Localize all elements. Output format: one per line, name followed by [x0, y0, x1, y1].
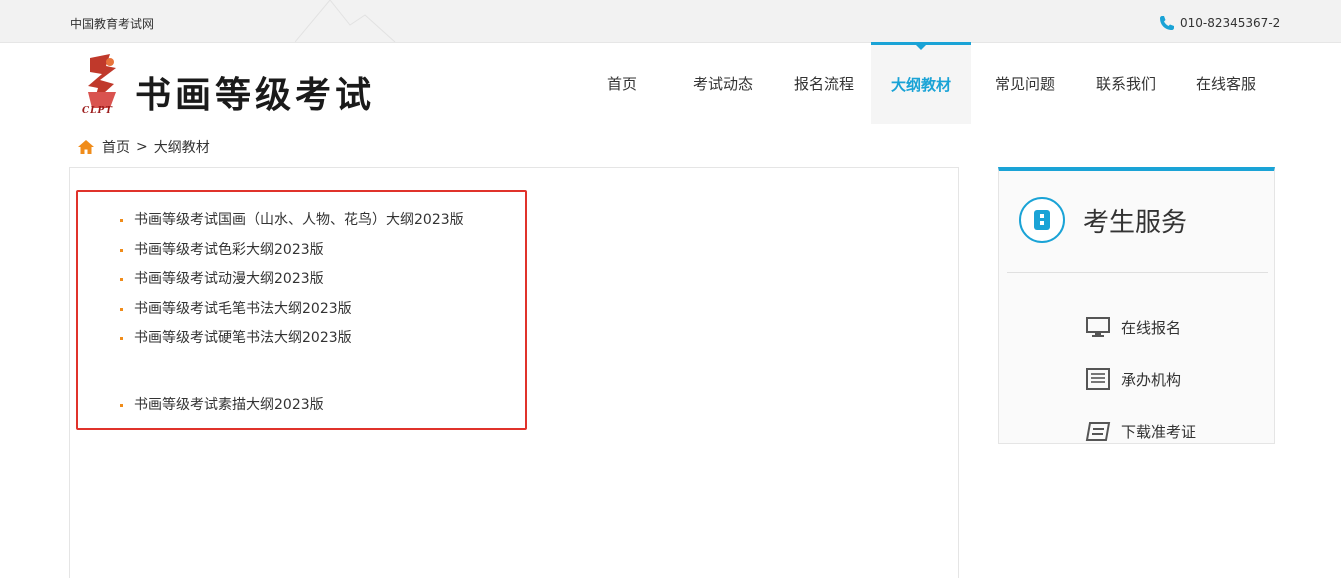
- nav-item-news[interactable]: 考试动态: [683, 42, 763, 124]
- outline-link-text: 书画等级考试动漫大纲2023版: [134, 271, 324, 287]
- service-label: 承办机构: [1121, 370, 1182, 389]
- outline-link-text: 书画等级考试硬笔书法大纲2023版: [134, 330, 352, 346]
- outline-link[interactable]: 书画等级考试毛笔书法大纲2023版: [120, 295, 464, 325]
- breadcrumb-current: 大纲教材: [153, 140, 210, 156]
- bullet-icon: [120, 307, 123, 311]
- service-online-registration[interactable]: 在线报名: [1085, 301, 1196, 353]
- nav-item-registration[interactable]: 报名流程: [784, 42, 864, 124]
- nav-item-home[interactable]: 首页: [592, 42, 652, 124]
- top-bar: 中国教育考试网 010-82345367-2: [0, 0, 1341, 43]
- outline-link[interactable]: 书画等级考试动漫大纲2023版: [120, 265, 464, 295]
- breadcrumb: 首页 > 大纲教材: [78, 137, 210, 157]
- breadcrumb-separator: >: [136, 139, 148, 155]
- service-download-ticket[interactable]: 下载准考证: [1085, 405, 1196, 457]
- service-organizers[interactable]: 承办机构: [1085, 353, 1196, 405]
- site-link[interactable]: 中国教育考试网: [70, 15, 154, 32]
- home-icon: [78, 140, 94, 154]
- phone-number: 010-82345367-2: [1158, 14, 1280, 32]
- outline-link-text: 书画等级考试色彩大纲2023版: [134, 241, 324, 258]
- bullet-icon: [120, 337, 123, 341]
- nav-item-contact[interactable]: 联系我们: [1086, 42, 1166, 124]
- outline-link-text: 书画等级考试素描大纲2023版: [134, 396, 324, 413]
- bullet-icon: [120, 403, 123, 407]
- services-title: 考生服务: [1083, 207, 1188, 238]
- nav-item-support[interactable]: 在线客服: [1186, 42, 1266, 124]
- services-icon: [1019, 197, 1065, 243]
- outline-link-text: 书画等级考试毛笔书法大纲2023版: [134, 300, 352, 317]
- mountain-decoration-icon: [295, 0, 396, 42]
- outline-link[interactable]: 书画等级考试素描大纲2023版: [120, 391, 464, 421]
- divider: [1007, 272, 1268, 273]
- breadcrumb-home-link[interactable]: 首页: [102, 137, 130, 157]
- outline-link[interactable]: 书画等级考试国画（山水、人物、花鸟）大纲2023版: [120, 206, 464, 236]
- outline-list: 书画等级考试国画（山水、人物、花鸟）大纲2023版 书画等级考试色彩大纲2023…: [120, 206, 464, 420]
- services-header: 考生服务: [1019, 197, 1187, 243]
- service-label: 下载准考证: [1121, 422, 1197, 441]
- bullet-icon: [120, 219, 123, 223]
- bullet-icon: [120, 278, 123, 282]
- student-services-panel: 考生服务 在线报名 承办机构 下载准考证: [998, 167, 1275, 444]
- outline-link-text: 书画等级考试国画（山水、人物、花鸟）大纲2023版: [134, 212, 464, 228]
- nav-item-syllabus-label: 大纲教材: [890, 76, 951, 94]
- active-caret-icon: [915, 44, 927, 50]
- logo-emblem-icon: [88, 54, 116, 108]
- site-logo[interactable]: 书画等级考试 CLPT: [80, 52, 371, 120]
- services-list: 在线报名 承办机构 下载准考证: [1085, 301, 1196, 457]
- monitor-icon: [1085, 316, 1111, 338]
- nav-item-syllabus[interactable]: 大纲教材: [871, 42, 971, 124]
- logo-caption: CLPT: [82, 106, 113, 116]
- phone-text: 010-82345367-2: [1180, 16, 1281, 30]
- outline-link[interactable]: 书画等级考试硬笔书法大纲2023版: [120, 324, 464, 354]
- service-label: 在线报名: [1121, 318, 1182, 337]
- outline-link[interactable]: 书画等级考试色彩大纲2023版: [120, 236, 464, 266]
- phone-icon: [1160, 16, 1174, 30]
- document-icon: [1085, 420, 1111, 442]
- building-icon: [1085, 368, 1111, 390]
- nav-item-faq[interactable]: 常见问题: [985, 42, 1065, 124]
- logo-title: 书画等级考试: [135, 74, 376, 116]
- bullet-icon: [120, 248, 123, 252]
